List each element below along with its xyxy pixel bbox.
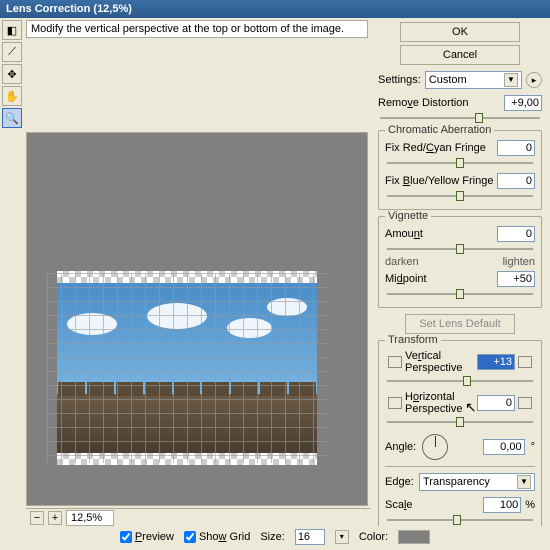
angle-label: Angle: [385,441,416,453]
straighten-tool[interactable]: ⟋ [2,42,22,62]
vpersp-bottom-icon [518,356,532,368]
vignette-amount-slider[interactable] [387,243,533,255]
vignette-midpoint-input[interactable] [497,271,535,287]
chromatic-group: Chromatic Aberration Fix Red/Cyan Fringe… [378,130,542,210]
scale-input[interactable] [483,497,521,513]
controls-panel: OK Cancel Settings: Custom▼ ▸ Remove Dis… [370,18,550,526]
zoom-value[interactable]: 12,5% [66,510,114,526]
zoom-out-button[interactable]: − [30,511,44,525]
vignette-midpoint-slider[interactable] [387,288,533,300]
preview-checkbox[interactable]: Preview [120,531,174,543]
preview-area[interactable] [26,132,368,506]
hpersp-left-icon [388,397,402,409]
zoom-bar: − + 12,5% [26,508,370,526]
angle-dial[interactable] [422,434,448,460]
vignette-group: Vignette Amount darkenlighten Midpoint [378,216,542,308]
tool-palette: ◧ ⟋ ✥ ✋ 🔍 [0,18,24,130]
hpersp-slider[interactable] [387,416,533,428]
hint-bar: Modify the vertical perspective at the t… [26,20,368,38]
red-cyan-slider[interactable] [387,157,533,169]
main-area: ◧ ⟋ ✥ ✋ 🔍 Modify the vertical perspectiv… [0,18,550,526]
color-label: Color: [359,531,388,543]
angle-input[interactable] [483,439,525,455]
vpersp-slider[interactable]: ↖ [387,375,533,387]
image-canvas [57,283,317,453]
size-stepper[interactable]: ▾ [335,530,349,544]
ok-button[interactable]: OK [400,22,520,42]
transform-group: Transform Vertical Perspective ↖ Horizon… [378,340,542,526]
size-label: Size: [260,531,284,543]
scale-slider[interactable] [387,514,533,526]
edge-label: Edge: [385,476,419,488]
settings-menu-icon[interactable]: ▸ [526,72,542,88]
settings-dropdown[interactable]: Custom▼ [425,71,522,89]
grid-size-input[interactable] [295,529,325,545]
cancel-button[interactable]: Cancel [400,45,520,65]
blue-yellow-input[interactable] [497,173,535,189]
settings-label: Settings: [378,74,421,86]
move-tool[interactable]: ✥ [2,64,22,84]
grid-color-swatch[interactable] [398,530,430,544]
blue-yellow-slider[interactable] [387,190,533,202]
vignette-amount-input[interactable] [497,226,535,242]
hpersp-right-icon [518,397,532,409]
set-lens-default-button[interactable]: Set Lens Default [405,314,515,334]
remove-distortion-input[interactable] [504,95,542,111]
showgrid-checkbox[interactable]: Show Grid [184,531,250,543]
vpersp-top-icon [388,356,402,368]
left-panel: ◧ ⟋ ✥ ✋ 🔍 Modify the vertical perspectiv… [0,18,370,526]
remove-distortion-slider[interactable] [380,112,540,124]
footer-bar: Preview Show Grid Size: ▾ Color: [0,526,550,548]
title-bar: Lens Correction (12,5%) [0,0,550,18]
edge-dropdown[interactable]: Transparency▼ [419,473,535,491]
zoom-in-button[interactable]: + [48,511,62,525]
hpersp-input[interactable] [477,395,515,411]
zoom-tool[interactable]: 🔍 [2,108,22,128]
remove-distortion-label: Remove Distortion [378,97,504,109]
hand-tool[interactable]: ✋ [2,86,22,106]
distortion-tool[interactable]: ◧ [2,20,22,40]
red-cyan-input[interactable] [497,140,535,156]
vpersp-input[interactable] [477,354,515,370]
